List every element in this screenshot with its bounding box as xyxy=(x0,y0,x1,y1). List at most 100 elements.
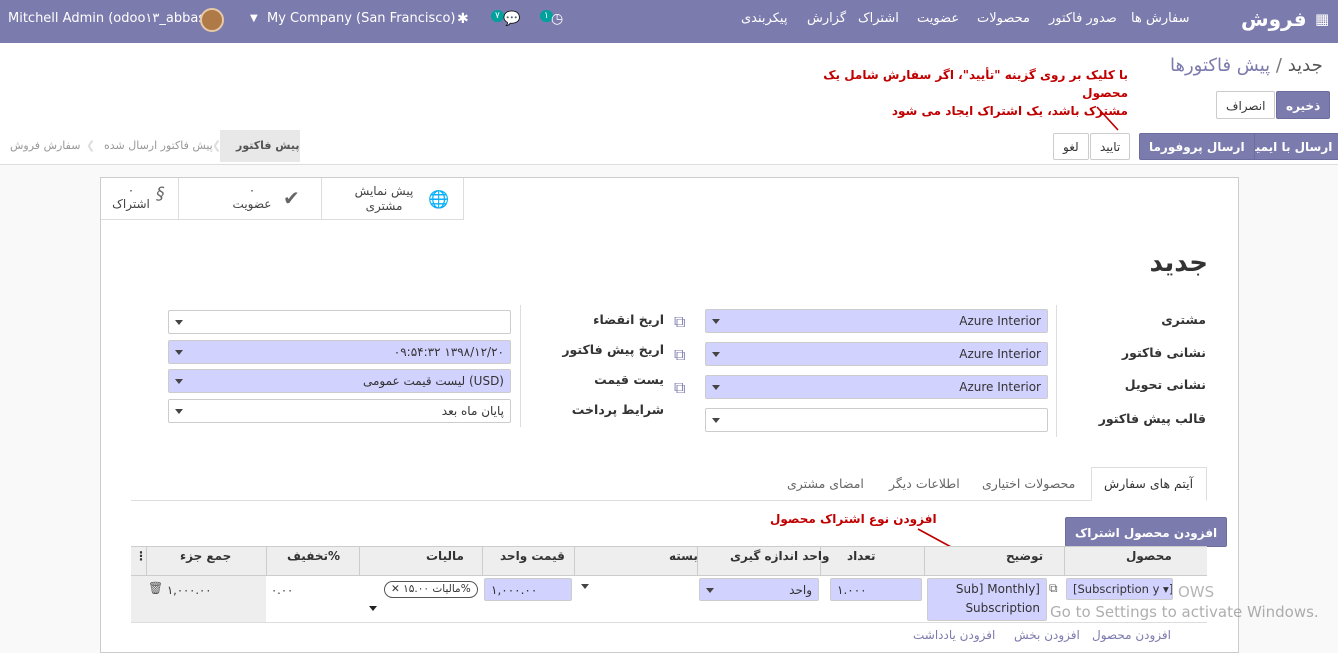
user-avatar[interactable] xyxy=(200,8,224,32)
unit-price-value: ۱,۰۰۰.۰۰ xyxy=(491,583,538,597)
globe-icon: 🌐 xyxy=(428,190,450,210)
package-caret-icon[interactable] xyxy=(581,584,589,589)
col-uom-header[interactable]: واحد اندازه گیری xyxy=(730,549,830,563)
activities-clock-icon[interactable]: ◷ xyxy=(551,11,563,27)
delivery-address-select[interactable]: Azure Interior xyxy=(705,375,1048,399)
col-subtotal-header[interactable]: جمع جزء xyxy=(180,549,231,563)
group-separator xyxy=(1056,305,1057,437)
top-navbar: Mitchell Admin (odoo۱۳_abbasi) ▼ My Comp… xyxy=(0,0,1338,43)
external-link-icon[interactable]: ⧉ xyxy=(674,345,692,364)
messages-badge: ۷ xyxy=(491,10,504,22)
col-divider xyxy=(1064,546,1065,576)
quantity-input[interactable]: ۱.۰۰۰ xyxy=(830,578,922,601)
messages-icon[interactable]: 💬 xyxy=(503,11,520,27)
unit-price-input[interactable]: ۱,۰۰۰.۰۰ xyxy=(484,578,572,601)
col-discount-header[interactable]: تخفیف% xyxy=(287,549,340,563)
menu-subscriptions[interactable]: اشتراک xyxy=(858,11,899,26)
col-taxes-header[interactable]: مالیات xyxy=(426,549,464,563)
debug-bug-icon[interactable]: ✱ xyxy=(457,11,469,27)
user-menu[interactable]: Mitchell Admin (odoo۱۳_abbasi) xyxy=(8,11,214,26)
tab-other-info[interactable]: اطلاعات دیگر xyxy=(889,468,960,500)
tab-order-lines[interactable]: آیتم های سفارش xyxy=(1104,468,1193,500)
invoice-address-select[interactable]: Azure Interior xyxy=(705,342,1048,366)
customer-preview-button[interactable]: 🌐 پیش نمایش مشتری xyxy=(321,178,464,220)
breadcrumb: جدید / پیش فاکتورها xyxy=(1170,55,1323,76)
description-input[interactable]: Sub] Monthly] Subscription xyxy=(927,578,1047,621)
breadcrumb-separator: / xyxy=(1275,55,1282,76)
tab-customer-signature[interactable]: امضای مشتری xyxy=(787,468,864,500)
discount-value[interactable]: ۰.۰۰ xyxy=(271,583,293,597)
external-link-icon[interactable]: ⧉ xyxy=(1049,581,1058,596)
tax-caret-icon[interactable] xyxy=(369,606,377,611)
external-link-icon[interactable]: ⧉ xyxy=(674,378,692,397)
product-input[interactable]: [Subscription y ▾] xyxy=(1066,578,1173,600)
company-switcher[interactable]: My Company (San Francisco) xyxy=(267,11,455,26)
col-unit-price-header[interactable]: قیمت واحد xyxy=(500,549,565,563)
breadcrumb-parent-link[interactable]: پیش فاکتورها xyxy=(1170,55,1270,76)
dropdown-caret-icon xyxy=(175,409,183,414)
pricelist-select[interactable]: لیست قیمت عمومی (USD) xyxy=(168,369,511,393)
menu-orders[interactable]: سفارش ها xyxy=(1131,11,1190,26)
quotation-date-value: ۰۹:۵۴:۳۲ ۱۳۹۸/۱۲/۲۰ xyxy=(393,345,504,359)
confirm-button[interactable]: تایید xyxy=(1090,133,1131,160)
col-divider xyxy=(266,546,267,576)
menu-products[interactable]: محصولات xyxy=(977,11,1030,26)
cancel-button[interactable]: لغو xyxy=(1053,133,1089,160)
trash-icon[interactable]: 🗑 xyxy=(148,581,163,595)
pricelist-value: لیست قیمت عمومی (USD) xyxy=(362,374,504,388)
subscription-icon: § xyxy=(156,184,165,204)
quotation-template-select[interactable] xyxy=(705,408,1048,432)
description-line2: Subscription xyxy=(965,601,1040,615)
stage-quotation-sent[interactable]: پیش فاکتور ارسال شده xyxy=(104,130,213,162)
col-product-header[interactable]: محصول xyxy=(1126,549,1172,563)
add-product-link[interactable]: افزودن محصول xyxy=(1092,628,1171,642)
quotation-date-input[interactable]: ۰۹:۵۴:۳۲ ۱۳۹۸/۱۲/۲۰ xyxy=(168,340,511,364)
subscription-button[interactable]: § ۰ اشتراک xyxy=(101,178,178,220)
menu-configuration[interactable]: پیکربندی xyxy=(741,11,787,26)
subtotal-value: ۱,۰۰۰.۰۰ xyxy=(167,583,212,597)
tax-tag[interactable]: ✕ مالیات ۱۵.۰۰% xyxy=(384,581,478,598)
membership-button[interactable]: ✔ ۰ عضویت xyxy=(178,178,321,220)
menu-membership[interactable]: عضویت xyxy=(917,11,959,26)
group-separator xyxy=(520,305,521,427)
stage-chevron-icon: ❮ xyxy=(86,139,96,152)
save-button[interactable]: ذخیره xyxy=(1276,91,1331,119)
send-proforma-button[interactable]: ارسال پروفورما xyxy=(1139,133,1255,160)
dropdown-caret-icon xyxy=(175,350,183,355)
apps-grid-icon[interactable]: ▦ xyxy=(1315,10,1329,28)
stage-chevron-icon: ❮ xyxy=(212,139,222,152)
stage-quotation[interactable]: پیش فاکتور xyxy=(236,130,299,162)
add-note-link[interactable]: افزودن یادداشت xyxy=(913,628,995,642)
tab-optional-products[interactable]: محصولات اختیاری xyxy=(982,468,1075,500)
column-options-icon[interactable]: ⋮ xyxy=(135,549,147,563)
customer-value: Azure Interior xyxy=(959,314,1041,328)
customer-select[interactable]: Azure Interior xyxy=(705,309,1048,333)
delivery-address-value: Azure Interior xyxy=(959,380,1041,394)
col-divider xyxy=(482,546,483,576)
col-divider xyxy=(924,546,925,576)
quotation-template-label: قالب پیش فاکتور xyxy=(1098,411,1206,426)
payment-terms-select[interactable]: پایان ماه بعد xyxy=(168,399,511,423)
col-package-header[interactable]: بسته xyxy=(669,549,698,563)
add-subscription-product-button[interactable]: افزودن محصول اشتراک xyxy=(1065,517,1228,547)
menu-reporting[interactable]: گزارش xyxy=(807,11,846,26)
uom-select[interactable]: واحد xyxy=(699,578,819,601)
preview-label-line1: پیش نمایش xyxy=(354,184,414,198)
dropdown-caret-icon xyxy=(712,418,720,423)
add-section-link[interactable]: افزودن بخش xyxy=(1014,628,1080,642)
quotation-date-label: اریخ پیش فاکتور xyxy=(562,342,664,357)
menu-invoicing[interactable]: صدور فاکتور xyxy=(1049,11,1117,26)
record-title: جدید xyxy=(1149,248,1208,278)
company-caret-icon[interactable]: ▼ xyxy=(250,13,258,24)
col-divider xyxy=(574,546,575,576)
discard-button[interactable]: انصراف xyxy=(1216,91,1276,119)
app-title: فروش xyxy=(1241,7,1307,31)
confirm-annotation: با کلیک بر روی گزینه "تأیید"، اگر سفارش … xyxy=(822,66,1128,120)
external-link-icon[interactable]: ⧉ xyxy=(674,312,692,331)
expiration-date-input[interactable] xyxy=(168,310,511,334)
tax-tag-remove-icon[interactable]: ✕ xyxy=(391,583,400,595)
col-description-header[interactable]: توضیح xyxy=(1006,549,1043,563)
dropdown-caret-icon xyxy=(175,379,183,384)
stage-sales-order[interactable]: سفارش فروش xyxy=(10,130,80,162)
col-quantity-header[interactable]: تعداد xyxy=(847,549,875,563)
